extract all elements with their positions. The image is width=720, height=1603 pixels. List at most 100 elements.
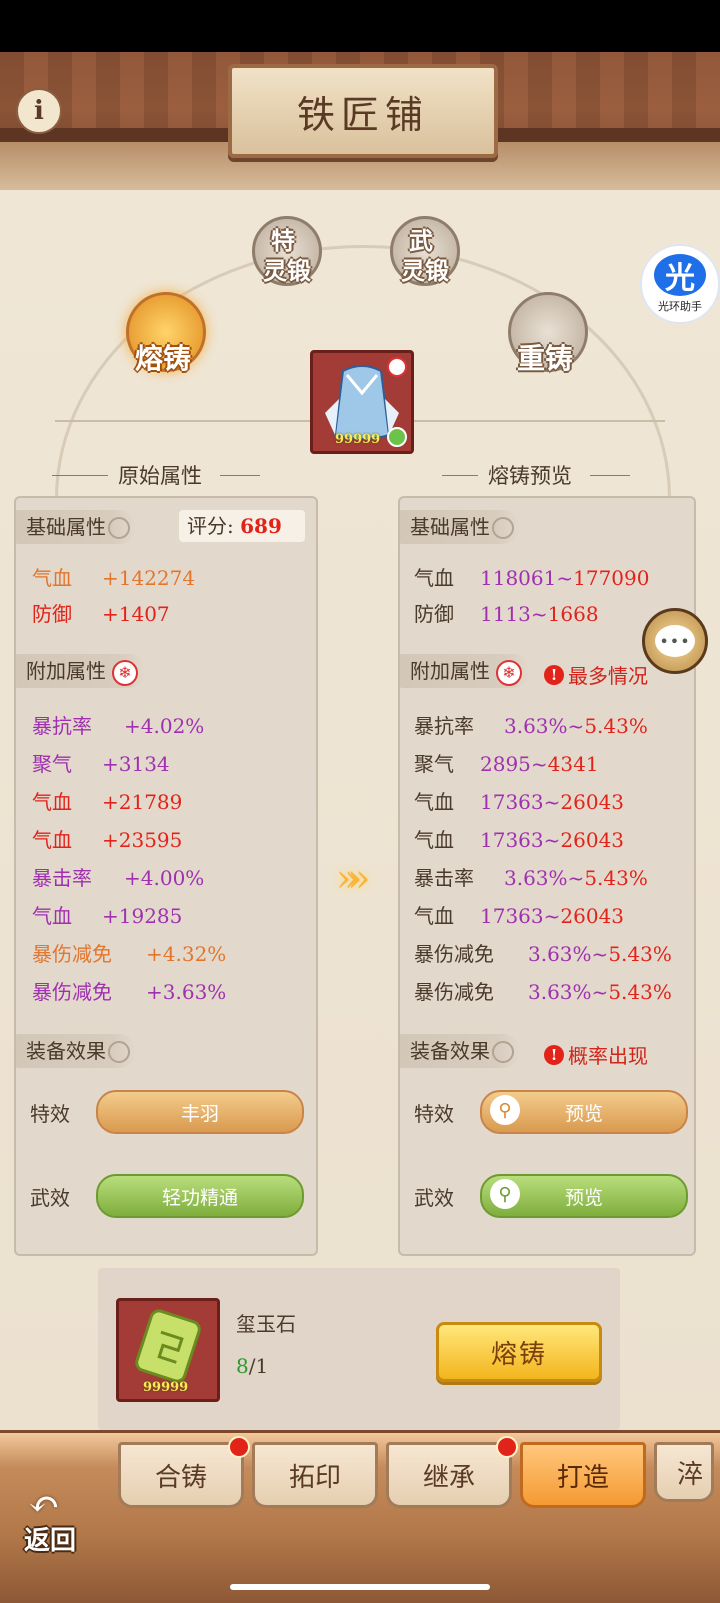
stat-min: 17363 [480, 904, 544, 928]
stat-name: 气血 [32, 790, 72, 814]
page-title: 铁匠铺 [296, 92, 429, 137]
home-indicator[interactable] [230, 1584, 490, 1590]
stat-separator: ~ [530, 602, 548, 626]
stat-min: 118061 [480, 566, 557, 590]
stat-separator: ~ [530, 752, 548, 776]
tab-label: 继承 [422, 1462, 475, 1493]
stat-separator: ~ [591, 980, 609, 1004]
stat-name: 暴伤减免 [32, 980, 112, 1004]
stat-max: 5.43% [584, 714, 648, 738]
martial-effect-value: 轻功精通 [161, 1186, 238, 1209]
stat-value: +4.00% [124, 866, 205, 890]
stat-separator: ~ [543, 904, 561, 928]
tab-forge[interactable]: 打造 [520, 1442, 646, 1508]
probability-text: 概率出现 [568, 1044, 648, 1068]
martial-effect-preview-button[interactable]: ⚲ 预览 [480, 1174, 688, 1218]
stat-max: 26043 [560, 790, 625, 814]
recast-mode-button[interactable]: 重铸 [508, 292, 588, 375]
special-effect-label: 特效 [414, 1102, 454, 1126]
tab-label: 淬 [677, 1459, 704, 1490]
equipment-effect-tag: 装备效果 [400, 1034, 520, 1068]
scroll-ornament-icon [108, 1041, 130, 1063]
score-value: 689 [240, 514, 282, 538]
tab-rubbing[interactable]: 拓印 [252, 1442, 378, 1508]
chat-bubble-icon: ••• [655, 625, 695, 657]
tab-combine-cast[interactable]: 合铸 [118, 1442, 244, 1508]
scroll-ornament-icon [492, 1041, 514, 1063]
extra-stat-row: 气血 +23595 [32, 824, 182, 853]
recast-mode-label: 重铸 [517, 342, 574, 375]
smelt-mode-button[interactable]: 熔铸 [126, 292, 206, 375]
martial-effect-label: 武效 [30, 1186, 70, 1210]
preview-extra-row: 气血 17363~26043 [414, 900, 624, 929]
stat-name: 气血 [414, 904, 454, 928]
stat-name: 暴伤减免 [414, 942, 494, 966]
notification-badge [496, 1436, 518, 1458]
chat-button[interactable]: ••• [642, 608, 708, 674]
assistant-floating-button[interactable]: 光 光环助手 [640, 244, 720, 324]
extra-attributes-tag-label: 附加属性 [410, 659, 490, 683]
stat-name: 气血 [32, 566, 72, 590]
stat-name: 暴抗率 [32, 714, 92, 738]
stat-name: 防御 [32, 602, 72, 626]
equipment-slot[interactable]: 99999 [310, 350, 414, 454]
special-spirit-forge-label: 灵锻 [263, 256, 311, 285]
stat-name: 暴击率 [32, 866, 92, 890]
stat-value: +1407 [102, 602, 170, 626]
smelt-preview-heading: 熔铸预览 [488, 464, 572, 488]
extra-attributes-tag-label: 附加属性 [26, 659, 106, 683]
material-panel: 99999 玺玉石 8/1 熔铸 [98, 1268, 620, 1430]
stat-min: 3.63% [528, 942, 592, 966]
extra-stat-row: 聚气 +3134 [32, 748, 170, 777]
stat-max: 1668 [547, 602, 599, 626]
base-stat-row: 防御 +1407 [32, 598, 170, 627]
warning-icon: ! [544, 664, 564, 685]
equipment-count: 99999 [335, 432, 381, 447]
left-section-line [52, 474, 108, 476]
base-stat-row: 气血 +142274 [32, 562, 195, 591]
equipment-effect-tag: 装备效果 [16, 1034, 136, 1068]
magnifier-icon: ⚲ [490, 1179, 520, 1209]
preview-extra-row: 暴击率 3.63%~5.43% [414, 862, 648, 891]
base-attributes-tag: 基础属性 [16, 510, 136, 544]
back-button[interactable]: ↶ 返回 [20, 1482, 92, 1556]
stat-min: 1113 [480, 602, 531, 626]
transfer-arrow-icon: »» [336, 856, 370, 900]
extra-stat-row: 气血 +19285 [32, 900, 182, 929]
left-section-title: 原始属性 [42, 460, 270, 490]
stat-separator: ~ [567, 714, 585, 738]
preview-extra-row: 气血 17363~26043 [414, 824, 624, 853]
title-plaque: 铁匠铺 [228, 64, 498, 158]
special-effect-preview-button[interactable]: ⚲ 预览 [480, 1090, 688, 1134]
martial-spirit-forge-button[interactable]: 武 灵锻 [390, 216, 460, 286]
stat-value: +19285 [102, 904, 183, 928]
info-button[interactable]: i [16, 88, 62, 134]
martial-effect-button[interactable]: 轻功精通 [96, 1174, 304, 1218]
special-effect-preview-label: 预览 [564, 1102, 603, 1125]
stat-max: 5.43% [584, 866, 648, 890]
stat-value: +3134 [102, 752, 170, 776]
smelt-mode-label: 熔铸 [135, 342, 192, 375]
stat-name: 气血 [32, 904, 72, 928]
smelt-button[interactable]: 熔铸 [436, 1322, 602, 1382]
tab-temper[interactable]: 淬 [654, 1442, 714, 1502]
status-bar [0, 0, 720, 52]
magnifier-icon: ⚲ [490, 1095, 520, 1125]
stat-name: 聚气 [414, 752, 454, 776]
tab-inherit[interactable]: 继承 [386, 1442, 512, 1508]
material-have: 8 [236, 1354, 249, 1378]
back-label: 返回 [24, 1526, 77, 1556]
material-name: 玺玉石 [236, 1312, 296, 1336]
left-section-line-2 [220, 474, 260, 476]
equipment-effect-tag-label: 装备效果 [26, 1039, 106, 1063]
stat-max: 26043 [560, 828, 625, 852]
special-spirit-forge-button[interactable]: 特 灵锻 [252, 216, 322, 286]
material-stock-count: 99999 [143, 1380, 189, 1395]
smelt-preview-panel: 基础属性 气血 118061~177090 防御 1113~1668 附加属性 ❄ … [398, 496, 696, 1256]
special-effect-button[interactable]: 丰羽 [96, 1090, 304, 1134]
martial-effect-label: 武效 [414, 1186, 454, 1210]
preview-extra-row: 气血 17363~26043 [414, 786, 624, 815]
right-section-title: 熔铸预览 [432, 460, 640, 490]
probability-warning: ! 概率出现 [544, 1040, 648, 1069]
material-slot[interactable]: 99999 [116, 1298, 220, 1402]
